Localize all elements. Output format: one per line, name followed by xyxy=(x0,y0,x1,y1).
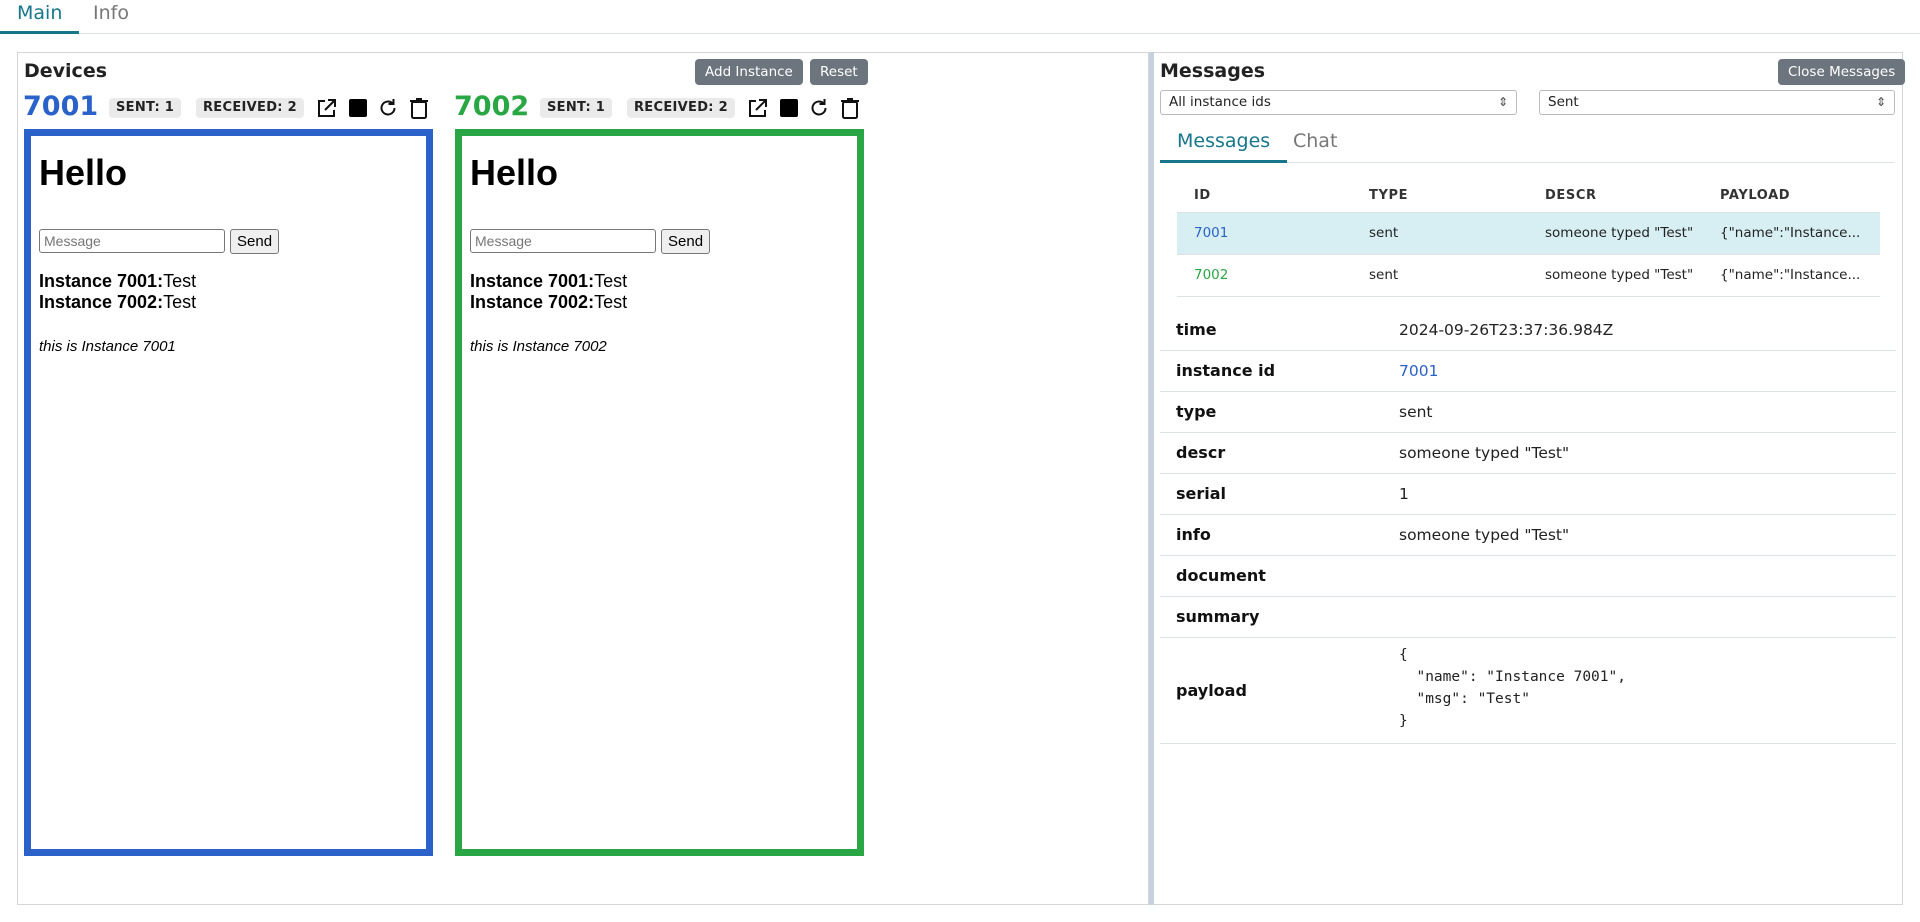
add-instance-button[interactable]: Add Instance xyxy=(695,59,803,85)
message-input[interactable] xyxy=(470,229,656,253)
detail-value: someone typed "Test" xyxy=(1399,444,1570,462)
detail-row-payload: payload { "name": "Instance 7001", "msg"… xyxy=(1160,638,1896,744)
send-button[interactable]: Send xyxy=(661,229,711,254)
received-badge: RECEIVED: 2 xyxy=(196,98,304,118)
detail-row-instance-id: instance id 7001 xyxy=(1160,351,1896,392)
row-descr: someone typed "Test" xyxy=(1545,225,1694,241)
devices-title: Devices xyxy=(24,60,108,82)
stop-icon[interactable] xyxy=(345,95,371,121)
detail-row-time: time 2024-09-26T23:37:36.984Z xyxy=(1160,310,1896,351)
send-button[interactable]: Send xyxy=(230,229,280,254)
detail-key: time xyxy=(1176,320,1217,339)
close-messages-button[interactable]: Close Messages xyxy=(1778,59,1906,85)
detail-row-summary: summary xyxy=(1160,597,1896,638)
refresh-icon[interactable] xyxy=(806,95,832,121)
external-link-icon[interactable] xyxy=(745,95,771,121)
column-header-payload: PAYLOAD xyxy=(1720,188,1791,203)
detail-key: document xyxy=(1176,566,1266,585)
detail-row-descr: descr someone typed "Test" xyxy=(1160,433,1896,474)
instance-id-link[interactable]: 7001 xyxy=(1399,351,1438,391)
row-id: 7002 xyxy=(1194,267,1229,283)
chat-text: Test xyxy=(163,271,197,291)
instance-frame-7001: Hello Send Instance 7001:Test Instance 7… xyxy=(24,129,433,856)
type-filter-select[interactable]: Sent ⇕ xyxy=(1539,90,1895,115)
select-arrows-icon: ⇕ xyxy=(1497,95,1508,109)
instance-id-7001: 7001 xyxy=(23,91,99,122)
chat-line: Instance 7002:Test xyxy=(470,292,627,313)
chat-sender: Instance 7002: xyxy=(39,292,164,312)
tab-info[interactable]: Info xyxy=(76,0,146,31)
column-header-id: ID xyxy=(1194,188,1211,203)
detail-row-info: info someone typed "Test" xyxy=(1160,515,1896,556)
received-badge: RECEIVED: 2 xyxy=(627,98,735,118)
row-descr: someone typed "Test" xyxy=(1545,267,1694,283)
table-row[interactable]: 7002 sent someone typed "Test" {"name":"… xyxy=(1177,254,1880,297)
instance-footer-text: this is Instance 7001 xyxy=(39,338,176,355)
messages-table: ID TYPE DESCR PAYLOAD 7001 sent someone … xyxy=(1177,180,1880,297)
detail-key: payload xyxy=(1176,681,1247,700)
detail-value: someone typed "Test" xyxy=(1399,526,1570,544)
detail-key: instance id xyxy=(1176,361,1276,380)
detail-row-serial: serial 1 xyxy=(1160,474,1896,515)
chat-text: Test xyxy=(163,292,197,312)
instance-id-7002: 7002 xyxy=(454,91,530,122)
tab-main[interactable]: Main xyxy=(0,0,80,34)
type-filter-value: Sent xyxy=(1548,94,1579,110)
select-arrows-icon: ⇕ xyxy=(1875,95,1886,109)
row-type: sent xyxy=(1369,225,1399,241)
top-tab-bar: Main Info xyxy=(0,0,1920,34)
refresh-icon[interactable] xyxy=(375,95,401,121)
row-payload: {"name":"Instance... xyxy=(1720,267,1861,283)
table-row[interactable]: 7001 sent someone typed "Test" {"name":"… xyxy=(1177,212,1880,254)
message-details: time 2024-09-26T23:37:36.984Z instance i… xyxy=(1160,310,1896,744)
row-type: sent xyxy=(1369,267,1399,283)
detail-row-document: document xyxy=(1160,556,1896,597)
reset-button[interactable]: Reset xyxy=(810,59,868,85)
external-link-icon[interactable] xyxy=(314,95,340,121)
tab-chat[interactable]: Chat xyxy=(1276,124,1354,160)
chat-line: Instance 7002:Test xyxy=(39,292,196,313)
chat-sender: Instance 7001: xyxy=(39,271,164,291)
tab-messages[interactable]: Messages xyxy=(1160,124,1288,163)
chat-text: Test xyxy=(594,271,628,291)
column-header-descr: DESCR xyxy=(1545,188,1597,203)
chat-sender: Instance 7002: xyxy=(470,292,595,312)
message-input[interactable] xyxy=(39,229,225,253)
detail-value: sent xyxy=(1399,403,1433,421)
chat-text: Test xyxy=(594,292,628,312)
detail-row-type: type sent xyxy=(1160,392,1896,433)
detail-key: summary xyxy=(1176,607,1260,626)
table-header: ID TYPE DESCR PAYLOAD xyxy=(1177,180,1880,212)
payload-json: { "name": "Instance 7001", "msg": "Test"… xyxy=(1399,647,1626,729)
trash-icon[interactable] xyxy=(837,95,863,121)
row-id: 7001 xyxy=(1194,225,1229,241)
messages-tab-bar: Messages Chat xyxy=(1160,124,1894,163)
instance-frame-7002: Hello Send Instance 7001:Test Instance 7… xyxy=(455,129,864,856)
column-header-type: TYPE xyxy=(1369,188,1409,203)
instance-footer-text: this is Instance 7002 xyxy=(470,338,607,355)
chat-line: Instance 7001:Test xyxy=(39,271,196,292)
sent-badge: SENT: 1 xyxy=(109,98,182,118)
stop-icon[interactable] xyxy=(776,95,802,121)
hello-heading: Hello xyxy=(39,152,128,193)
chat-sender: Instance 7001: xyxy=(470,271,595,291)
detail-key: serial xyxy=(1176,484,1227,503)
detail-value: 2024-09-26T23:37:36.984Z xyxy=(1399,321,1614,339)
chat-line: Instance 7001:Test xyxy=(470,271,627,292)
trash-icon[interactable] xyxy=(406,95,432,121)
detail-value: 1 xyxy=(1399,485,1409,503)
row-payload: {"name":"Instance... xyxy=(1720,225,1861,241)
detail-key: type xyxy=(1176,402,1217,421)
sent-badge: SENT: 1 xyxy=(540,98,613,118)
detail-key: descr xyxy=(1176,443,1226,462)
instance-filter-value: All instance ids xyxy=(1169,94,1271,110)
instance-filter-select[interactable]: All instance ids ⇕ xyxy=(1160,90,1517,115)
detail-key: info xyxy=(1176,525,1211,544)
hello-heading: Hello xyxy=(470,152,559,193)
messages-title: Messages xyxy=(1160,60,1266,82)
